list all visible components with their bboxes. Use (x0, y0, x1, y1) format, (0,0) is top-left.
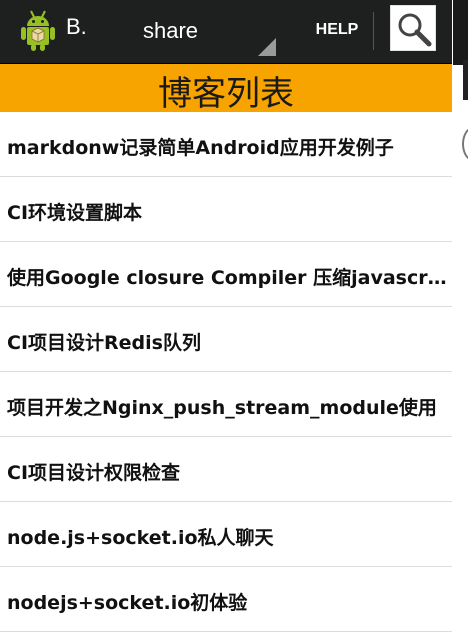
action-bar: B. share HELP (0, 0, 452, 64)
list-item[interactable]: CI环境设置脚本 (0, 177, 452, 242)
list-item[interactable]: node.js+socket.io私人聊天 (0, 502, 452, 567)
action-bar-divider (373, 12, 374, 50)
list-item[interactable]: 使用Google closure Compiler 压缩javascript (0, 242, 452, 307)
list-item-label: CI项目设计Redis队列 (7, 332, 201, 354)
list-item-label: 项目开发之Nginx_push_stream_module使用 (7, 397, 437, 419)
list-item[interactable]: nodejs+socket.io初体验 (0, 567, 452, 632)
list-item-label: CI环境设置脚本 (7, 202, 143, 224)
list-item-label: 使用Google closure Compiler 压缩javascript (7, 267, 447, 289)
side-panel-edge[interactable] (453, 0, 468, 614)
page-title: 博客列表 (158, 74, 294, 114)
list-header: 博客列表 (0, 64, 452, 114)
dropdown-triangle-icon (258, 38, 276, 56)
list-item-label: markdonw记录简单Android应用开发例子 (7, 137, 394, 159)
list-item[interactable]: CI项目设计Redis队列 (0, 307, 452, 372)
help-button[interactable]: HELP (306, 0, 368, 62)
list-item-label: CI项目设计权限检查 (7, 462, 181, 484)
blog-list: markdonw记录简单Android应用开发例子 CI环境设置脚本 使用Goo… (0, 112, 452, 632)
list-item[interactable]: 项目开发之Nginx_push_stream_module使用 (0, 372, 452, 437)
search-button[interactable] (390, 5, 436, 51)
list-item[interactable]: CI项目设计权限检查 (0, 437, 452, 502)
list-item[interactable]: markdonw记录简单Android应用开发例子 (0, 112, 452, 177)
android-icon[interactable] (20, 8, 56, 52)
list-item-label: nodejs+socket.io初体验 (7, 592, 248, 614)
app-title: B. (66, 14, 87, 39)
spinner-selected-value: share (143, 18, 199, 43)
side-panel-block (463, 60, 468, 100)
share-spinner[interactable]: share (118, 6, 278, 58)
list-item-label: node.js+socket.io私人聊天 (7, 527, 274, 549)
